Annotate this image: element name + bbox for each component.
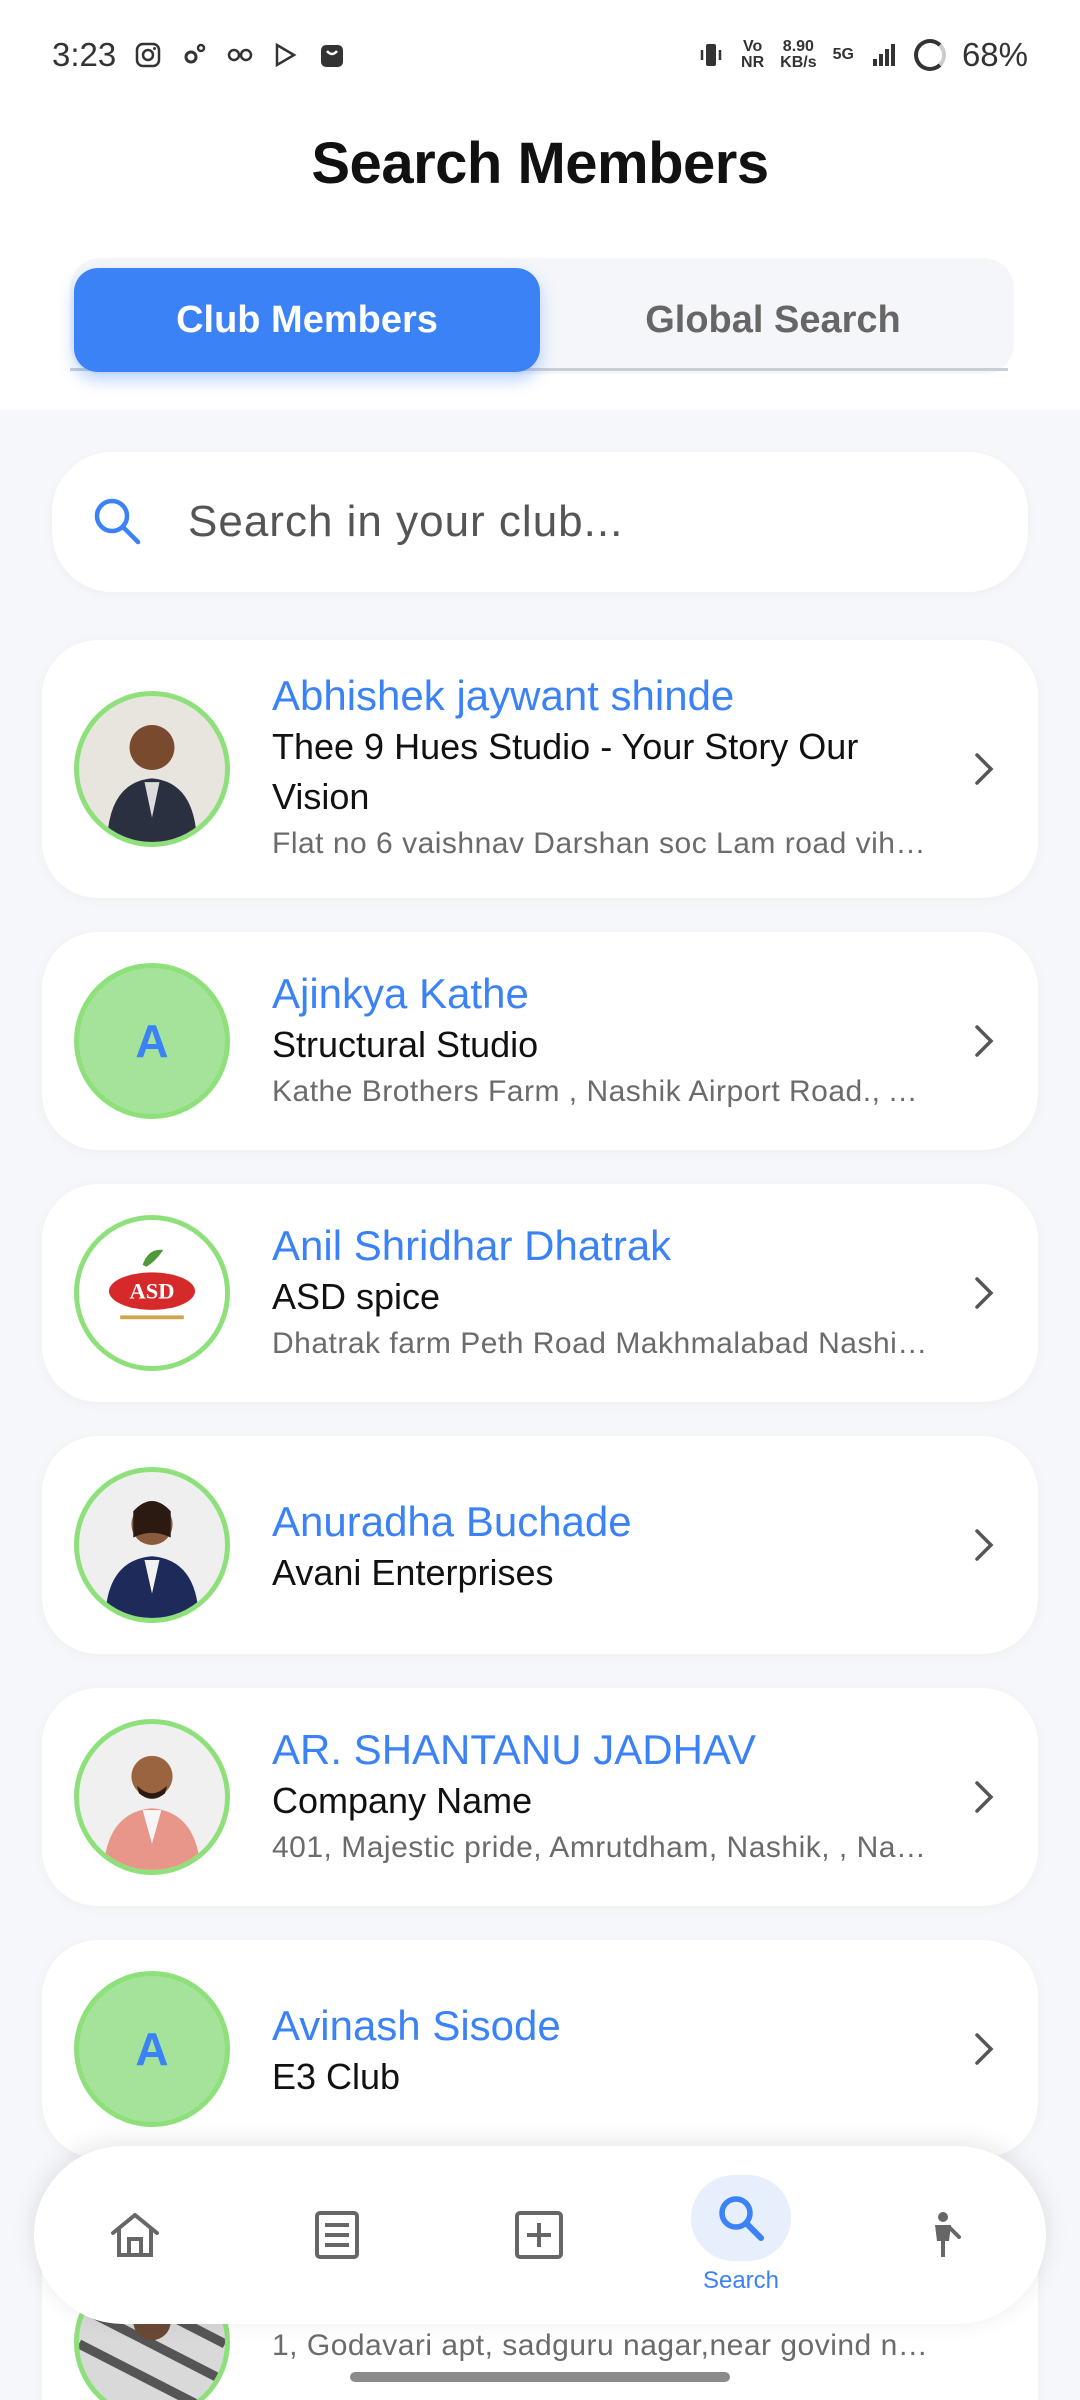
search-icon xyxy=(94,498,141,545)
member-company: ASD spice xyxy=(272,1276,441,1317)
network-type: 5G xyxy=(832,46,854,63)
avatar xyxy=(74,1719,230,1875)
member-address: Dhatrak farm Peth Road Makhmalabad Nashi… xyxy=(272,1327,938,1360)
speed-unit: KB/s xyxy=(780,54,817,71)
speed-value: 8.90 xyxy=(782,38,814,55)
member-company: Structural Studio xyxy=(272,1024,539,1065)
instagram-icon xyxy=(135,42,161,68)
member-info: Avinash Sisode E3 Club xyxy=(272,2000,938,2102)
avatar: A xyxy=(74,963,230,1119)
network-speed: 8.90 KB/s xyxy=(780,39,816,71)
chevron-right-icon xyxy=(975,1025,994,1057)
settings-gear-icon xyxy=(184,43,206,64)
page-title: Search Members xyxy=(311,131,769,196)
company-logo: ASD xyxy=(79,1220,225,1366)
bag-icon xyxy=(321,45,344,67)
nav-search-label: Search xyxy=(702,2267,780,2294)
search-icon xyxy=(719,2196,764,2241)
tab-global-search[interactable]: Global Search xyxy=(540,268,1006,372)
battery-icon xyxy=(913,39,946,71)
member-company: Company Name xyxy=(272,1780,533,1821)
avatar-photo xyxy=(79,1724,225,1870)
member-address: Flat no 6 vaishnav Darshan soc Lam road … xyxy=(272,827,938,860)
member-card[interactable]: A Avinash Sisode E3 Club xyxy=(42,1940,1038,2158)
chevron-right-icon xyxy=(975,1277,994,1309)
chevron-right-icon xyxy=(975,1781,994,1813)
status-right: Vo NR 8.90 KB/s 5G 68% xyxy=(697,36,1028,74)
member-company: Avani Enterprises xyxy=(272,1552,554,1593)
nav-add[interactable] xyxy=(438,2146,640,2324)
member-card[interactable]: ASD Anil Shridhar Dhatrak ASD spice Dhat… xyxy=(42,1184,1038,1402)
media-icon xyxy=(275,42,297,68)
list-icon xyxy=(315,2211,359,2259)
member-company: Thee 9 Hues Studio - Your Story Our Visi… xyxy=(272,726,859,817)
home-icon xyxy=(111,2213,159,2257)
member-address: 1, Godavari apt, sadguru nagar,near govi… xyxy=(272,2329,938,2362)
member-name: Abhishek jaywant shinde xyxy=(272,672,735,719)
avatar xyxy=(74,691,230,847)
avatar-initial: A xyxy=(135,1015,169,1067)
person-icon xyxy=(935,2212,961,2257)
nav-list[interactable] xyxy=(236,2146,438,2324)
nav-search-bubble xyxy=(691,2175,791,2261)
member-name: Anuradha Buchade xyxy=(272,1498,632,1545)
tab-club-members[interactable]: Club Members xyxy=(74,268,540,372)
add-icon xyxy=(515,2211,563,2259)
battery-level: 68% xyxy=(961,36,1028,73)
nav-home[interactable] xyxy=(34,2146,236,2324)
vibrate-icon xyxy=(700,44,722,66)
avatar-photo xyxy=(79,696,225,842)
volte-indicator: Vo NR xyxy=(741,38,765,71)
member-card[interactable]: A Ajinkya Kathe Structural Studio Kathe … xyxy=(42,932,1038,1150)
member-name: Anil Shridhar Dhatrak xyxy=(272,1222,672,1269)
member-name: Avinash Sisode xyxy=(272,2002,561,2049)
avatar: ASD xyxy=(74,1215,230,1371)
member-card[interactable]: Abhishek jaywant shinde Thee 9 Hues Stud… xyxy=(42,640,1038,898)
glasses-icon xyxy=(227,48,253,62)
member-card[interactable]: AR. SHANTANU JADHAV Company Name 401, Ma… xyxy=(42,1688,1038,1906)
search-bar[interactable] xyxy=(52,452,1028,592)
avatar xyxy=(74,1467,230,1623)
member-company: E3 Club xyxy=(272,2056,401,2097)
nav-person[interactable] xyxy=(842,2146,1044,2324)
member-name: AR. SHANTANU JADHAV xyxy=(272,1726,756,1773)
avatar-photo xyxy=(79,1472,225,1618)
member-info: 1, Godavari apt, sadguru nagar,near govi… xyxy=(272,2324,938,2368)
member-name: Ajinkya Kathe xyxy=(272,970,529,1017)
status-time: 3:23 xyxy=(52,36,117,73)
chevron-right-icon xyxy=(975,753,994,785)
member-address: 401, Majestic pride, Amrutdham, Nashik, … xyxy=(272,1831,938,1864)
member-info: Anil Shridhar Dhatrak ASD spice Dhatrak … xyxy=(272,1220,938,1366)
member-address: Kathe Brothers Farm , Nashik Airport Roa… xyxy=(272,1075,938,1108)
chevron-right-icon xyxy=(975,2033,994,2065)
chevron-right-icon xyxy=(975,1529,994,1561)
member-info: Ajinkya Kathe Structural Studio Kathe Br… xyxy=(272,968,938,1114)
nav-search[interactable]: Search xyxy=(640,2146,842,2324)
member-info: AR. SHANTANU JADHAV Company Name 401, Ma… xyxy=(272,1724,938,1870)
bottom-nav: Search xyxy=(34,2146,1046,2324)
status-bar: 3:23 Vo NR 8.90 KB/s 5G 68% xyxy=(0,0,1080,110)
search-input[interactable] xyxy=(188,497,948,547)
status-left: 3:23 xyxy=(52,36,346,74)
avatar-initial: A xyxy=(135,2023,169,2075)
gesture-home-bar[interactable] xyxy=(350,2372,730,2382)
member-card[interactable]: Anuradha Buchade Avani Enterprises xyxy=(42,1436,1038,1654)
signal-icon xyxy=(872,44,895,66)
member-info: Anuradha Buchade Avani Enterprises xyxy=(272,1496,938,1598)
logo-text: ASD xyxy=(130,1279,175,1304)
member-info: Abhishek jaywant shinde Thee 9 Hues Stud… xyxy=(272,670,938,866)
avatar: A xyxy=(74,1971,230,2127)
